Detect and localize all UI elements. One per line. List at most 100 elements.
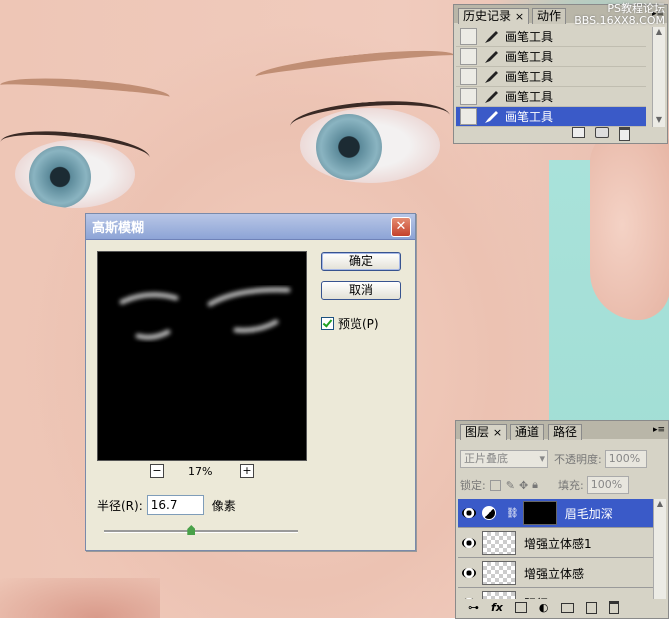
visibility-eye-icon[interactable] [462, 568, 476, 578]
blend-mode-select[interactable]: 正片叠底 ▾ [460, 450, 548, 468]
layer-thumbnail[interactable] [482, 531, 516, 555]
layers-footer: ⊶ fx ◐ [468, 601, 619, 614]
radius-slider-track[interactable] [104, 530, 298, 533]
history-item[interactable]: 画笔工具 [456, 67, 646, 87]
left-eyebrow [0, 74, 171, 108]
history-item-label: 画笔工具 [505, 50, 554, 64]
lock-move-icon[interactable]: ✥ [519, 479, 528, 492]
fx-icon[interactable]: fx [491, 601, 503, 614]
brush-icon [485, 30, 498, 43]
tab-layers[interactable]: 图层 × [460, 424, 508, 440]
layers-scrollbar[interactable]: ▲ [653, 499, 666, 599]
lock-brush-icon[interactable]: ✎ [506, 479, 515, 492]
radius-row: 半径(R): 16.7 像素 [97, 495, 236, 515]
visibility-eye-icon[interactable] [462, 508, 476, 518]
lock-transparency-icon[interactable] [489, 479, 501, 491]
tab-close-icon[interactable]: × [515, 10, 524, 23]
visibility-eye-icon[interactable] [462, 598, 476, 599]
history-item[interactable]: 画笔工具 [456, 47, 646, 67]
snapshot-icon[interactable] [595, 127, 609, 138]
layer-name: 增强立体感1 [524, 536, 592, 551]
scroll-up-icon[interactable]: ▲ [653, 27, 665, 39]
brush-icon [485, 90, 498, 103]
blur-preview[interactable] [97, 251, 307, 461]
blend-row: 正片叠底 ▾ 不透明度: 100% [460, 449, 647, 469]
preview-checkbox[interactable] [321, 317, 334, 330]
history-source-box[interactable] [460, 48, 477, 65]
tab-close-icon[interactable]: × [493, 426, 502, 439]
tab-paths-label: 路径 [553, 425, 578, 439]
zoom-level: 17% [188, 465, 213, 478]
cancel-button[interactable]: 取消 [321, 281, 401, 300]
radius-slider-thumb[interactable] [187, 525, 196, 535]
tab-paths[interactable]: 路径 [548, 424, 583, 440]
zoom-out-button[interactable]: − [150, 464, 164, 478]
history-source-box[interactable] [460, 88, 477, 105]
scroll-up-icon[interactable]: ▲ [654, 499, 666, 511]
close-icon[interactable]: ✕ [391, 217, 411, 237]
history-source-box[interactable] [460, 28, 477, 45]
trash-icon[interactable] [619, 127, 630, 141]
history-source-box[interactable] [460, 68, 477, 85]
lock-label: 锁定: [460, 479, 486, 492]
chain-link-icon[interactable]: ⛓︎ [506, 508, 519, 519]
preview-image [119, 287, 291, 340]
layer-name: 增强立体感 [524, 566, 585, 581]
history-item-label: 画笔工具 [505, 70, 554, 84]
layer-name: 眉毛加深 [564, 506, 613, 521]
new-document-icon[interactable] [572, 127, 585, 138]
lip-edge [0, 578, 160, 618]
zoom-controls: − 17% + [150, 464, 256, 480]
visibility-eye-icon[interactable] [462, 538, 476, 548]
fill-input[interactable]: 100% [586, 476, 629, 494]
opacity-input[interactable]: 100% [604, 450, 647, 468]
layer-thumbnail[interactable] [482, 561, 516, 585]
layer-row[interactable]: 阴行 [458, 589, 654, 599]
folder-icon[interactable] [560, 602, 574, 613]
tab-history[interactable]: 历史记录 × [458, 8, 530, 24]
layer-thumbnail[interactable] [482, 591, 516, 599]
gaussian-blur-dialog: 高斯模糊 ✕ − 17% + 确定 取消 预览(P) 半径(R): 16.7 像… [85, 213, 416, 551]
chevron-down-icon[interactable]: ▾ [539, 451, 545, 467]
panel-menu-icon[interactable]: ▸≡ [653, 425, 665, 435]
brush-icon [485, 110, 498, 123]
history-scrollbar[interactable]: ▲ ▼ [652, 27, 665, 127]
preview-toggle[interactable]: 预览(P) [321, 315, 379, 332]
tab-history-label: 历史记录 [463, 9, 512, 23]
dialog-titlebar[interactable]: 高斯模糊 [86, 214, 415, 240]
adjustment-layer-icon[interactable]: ◐ [539, 601, 549, 614]
tab-channels-label: 通道 [515, 425, 540, 439]
brush-icon [485, 70, 498, 83]
layer-row[interactable]: 增强立体感1 [458, 529, 654, 558]
blend-mode-value: 正片叠底 [464, 452, 508, 465]
preview-checkbox-label: 预览(P) [338, 317, 379, 331]
layer-row-selected[interactable]: ⛓︎ 眉毛加深 [458, 499, 654, 528]
history-item-label: 画笔工具 [505, 90, 554, 104]
lock-all-icon[interactable]: 🔒︎ [532, 478, 538, 492]
fill-label: 填充: [558, 479, 584, 492]
add-mask-icon[interactable] [514, 602, 527, 613]
zoom-in-button[interactable]: + [240, 464, 254, 478]
history-item[interactable]: 画笔工具 [456, 87, 646, 107]
radius-input[interactable]: 16.7 [146, 495, 204, 515]
link-layers-icon[interactable]: ⊶ [468, 601, 479, 614]
history-item-selected[interactable]: 画笔工具 [456, 107, 646, 127]
tab-channels[interactable]: 通道 [510, 424, 545, 440]
history-item-label: 画笔工具 [505, 110, 554, 124]
tab-layers-label: 图层 [465, 425, 490, 439]
layer-row[interactable]: 增强立体感 [458, 559, 654, 588]
history-item[interactable]: 画笔工具 [456, 27, 646, 47]
trash-icon[interactable] [608, 601, 619, 614]
tab-actions[interactable]: 动作 [532, 8, 567, 24]
history-source-box[interactable] [460, 108, 477, 125]
scroll-down-icon[interactable]: ▼ [653, 115, 665, 127]
history-list: 画笔工具 画笔工具 画笔工具 画笔工具 画笔工具 ▲ ▼ [454, 25, 667, 127]
radius-label: 半径(R): [97, 498, 143, 513]
ok-button[interactable]: 确定 [321, 252, 401, 271]
brush-icon [485, 50, 498, 63]
history-footer [572, 127, 630, 141]
layer-mask-thumbnail[interactable] [522, 501, 557, 525]
layer-name: 阴行 [524, 595, 548, 600]
new-layer-icon[interactable] [585, 601, 597, 614]
radius-unit: 像素 [211, 498, 236, 513]
